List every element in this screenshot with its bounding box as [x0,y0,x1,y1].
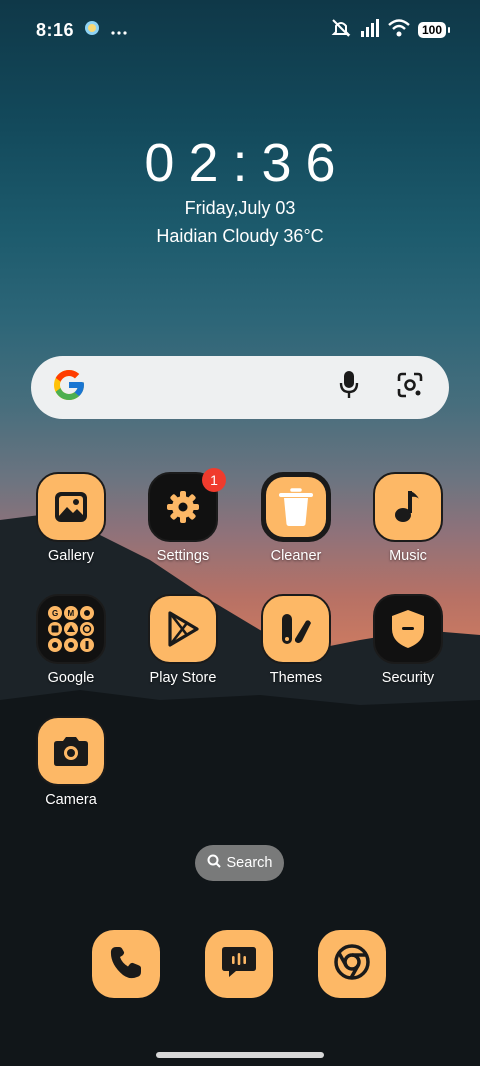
themes-icon [261,594,331,664]
dock-chrome[interactable] [318,930,386,998]
app-label: Settings [156,548,210,564]
google-logo-icon[interactable] [51,367,87,408]
app-label: Cleaner [270,548,322,564]
svg-text:G: G [52,609,58,618]
mute-icon [330,18,352,43]
app-search-button[interactable]: Search [195,845,284,881]
google-search-bar[interactable] [31,356,449,419]
gear-icon: 1 [148,468,226,542]
weather-label[interactable]: Haidian Cloudy 36°C [0,226,480,247]
app-gallery[interactable]: Gallery [15,472,127,564]
app-label: Camera [45,792,97,808]
battery-icon: 100 [417,22,451,38]
app-label: Play Store [149,670,217,686]
app-themes[interactable]: Themes [240,594,352,686]
app-google-folder[interactable]: GM Google [15,594,127,686]
lens-icon[interactable] [397,372,423,403]
phone-icon [108,944,144,985]
status-time: 8:16 [36,19,75,40]
status-bar: 8:16 100 [0,0,480,60]
chrome-icon [333,943,371,986]
app-label: Themes [269,670,323,686]
signal-icon [360,18,380,42]
app-label: Security [381,670,435,686]
app-security[interactable]: Security [352,594,464,686]
search-label: Search [226,855,273,871]
svg-text:M: M [68,609,75,618]
gallery-icon [36,472,106,542]
home-indicator[interactable] [156,1052,324,1058]
camera-icon [36,716,106,786]
app-music[interactable]: Music [352,472,464,564]
play-store-icon [148,594,218,664]
date-label: Friday,July 03 [184,198,296,218]
trash-icon [261,472,331,542]
dock-phone[interactable] [92,930,160,998]
app-label: Gallery [48,548,94,564]
shield-icon [373,594,443,664]
app-cleaner[interactable]: Cleaner [240,472,352,564]
app-label: Google [47,670,95,686]
notification-badge: 1 [202,468,226,492]
search-icon [207,854,221,872]
app-notification-icon [84,20,100,41]
dock-messages[interactable] [205,930,273,998]
messages-icon [220,943,258,986]
app-play-store[interactable]: Play Store [127,594,239,686]
clock-widget[interactable]: 02:36 [0,132,480,194]
app-label: Music [389,548,427,564]
app-camera[interactable]: Camera [15,716,127,808]
music-note-icon [373,472,443,542]
microphone-icon[interactable] [339,370,359,405]
app-settings[interactable]: 1 Settings [127,468,239,564]
wifi-icon [388,18,410,42]
google-folder-icon: GM [36,594,106,664]
more-dots-icon [110,20,128,41]
